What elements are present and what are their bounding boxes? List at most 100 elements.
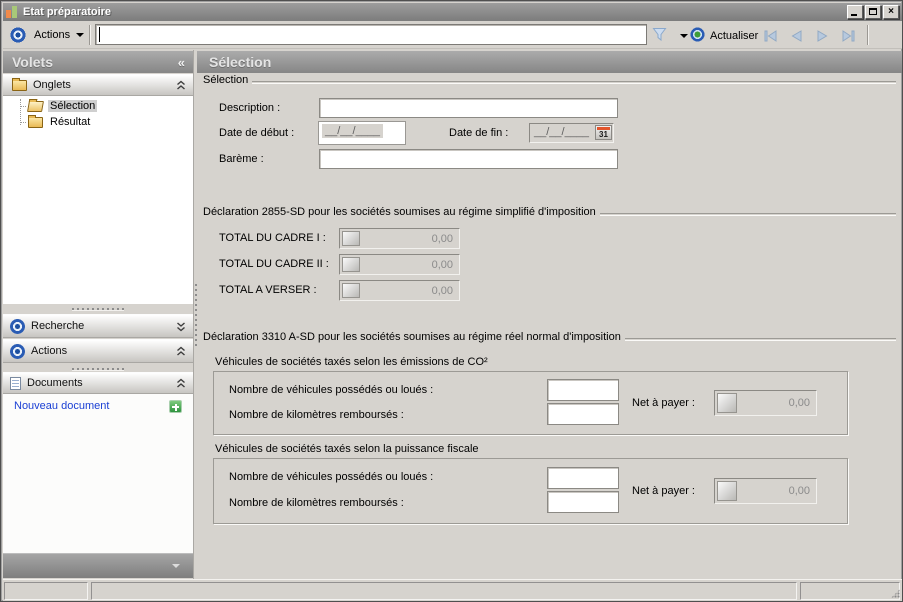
group-label: Déclaration 2855-SD pour les sociétés so… (203, 206, 596, 218)
net-field: 0,00 (714, 390, 817, 416)
nav-first-icon (764, 30, 776, 42)
status-cell (800, 582, 900, 600)
nav-next-icon (817, 30, 827, 42)
section-header-actions[interactable]: Actions (3, 339, 193, 363)
filter-icon[interactable] (651, 26, 668, 43)
bareme-label: Barème : (219, 153, 264, 165)
group-line (624, 338, 896, 340)
minimize-button[interactable] (847, 5, 863, 19)
date-mask: __/__/____ (322, 124, 384, 138)
folder-icon (28, 114, 43, 128)
tree-item-label: Sélection (48, 100, 98, 112)
km-count-label: Nombre de kilomètres remboursés : (229, 497, 404, 509)
section-label-actions: Actions (31, 345, 68, 357)
bullseye-icon (10, 343, 25, 359)
maximize-icon (869, 8, 877, 15)
page-title: Sélection (209, 54, 272, 70)
vehicles-count-label: Nombre de véhicules possédés ou loués : (229, 471, 434, 483)
folder-open-icon (27, 100, 44, 112)
sidebar-bottom-bar[interactable] (3, 553, 193, 578)
group-line (599, 213, 896, 215)
description-label: Description : (219, 102, 281, 114)
filter-dropdown-caret-icon[interactable] (680, 34, 688, 38)
km-count-input[interactable] (547, 491, 619, 513)
close-icon: × (888, 6, 894, 17)
puissance-group-title: Véhicules de sociétés taxés selon la pui… (215, 443, 479, 455)
sidebar-collapse-button[interactable]: « (178, 55, 185, 70)
add-document-button[interactable] (169, 400, 182, 413)
application-window: Etat préparatoire × Actions Actualiser V… (0, 0, 903, 602)
chevron-collapse-icon[interactable] (176, 378, 186, 389)
page-title-bar: Sélection (197, 51, 902, 73)
lookup-button[interactable] (717, 481, 737, 501)
minimize-icon (851, 14, 857, 16)
calendar-icon[interactable]: 31 (595, 125, 612, 140)
vehicles-count-input[interactable] (547, 379, 619, 401)
nav-previous-button[interactable] (787, 29, 805, 43)
bullseye-icon (10, 318, 25, 334)
toolbar: Actions Actualiser (3, 21, 902, 49)
window-title: Etat préparatoire (23, 6, 112, 18)
group-selection: Sélection (203, 74, 896, 86)
nav-next-button[interactable] (813, 29, 831, 43)
refresh-icon[interactable] (690, 27, 705, 42)
sidebar-title-bar: Volets « (3, 51, 193, 73)
chevron-collapse-icon[interactable] (176, 80, 186, 91)
actions-menu-label: Actions (34, 29, 71, 41)
date-end-input[interactable]: __/__/____ 31 (529, 123, 614, 143)
refresh-button[interactable]: Actualiser (710, 30, 758, 42)
group-3310: Déclaration 3310 A-SD pour les sociétés … (203, 331, 896, 343)
actions-menu-button[interactable]: Actions (34, 29, 85, 41)
status-cell (91, 582, 797, 600)
total-cadre2-value: 0,00 (431, 258, 453, 271)
nav-first-button[interactable] (761, 29, 779, 43)
text-caret (99, 27, 100, 42)
lookup-button[interactable] (717, 393, 737, 413)
description-input[interactable] (319, 98, 618, 118)
splitter-dots (72, 368, 124, 370)
section-header-onglets[interactable]: Onglets (3, 74, 193, 96)
lookup-button[interactable] (342, 231, 360, 246)
sidebar: Volets « Onglets Sélection Résultat Rech… (3, 50, 194, 579)
splitter-dots (72, 308, 124, 310)
net-value: 0,00 (788, 397, 810, 409)
toolbar-separator (89, 25, 91, 45)
tree-item-selection[interactable]: Sélection (3, 98, 98, 114)
bareme-input[interactable] (319, 149, 618, 169)
lookup-button[interactable] (342, 257, 360, 272)
km-count-label: Nombre de kilomètres remboursés : (229, 409, 404, 421)
sidebar-splitter[interactable] (3, 306, 193, 312)
total-cadre1-label: TOTAL DU CADRE I : (219, 232, 326, 244)
km-count-input[interactable] (547, 403, 619, 425)
total-cadre2-field: 0,00 (339, 254, 460, 275)
tree-item-resultat[interactable]: Résultat (3, 114, 92, 130)
app-icon (6, 5, 19, 19)
titlebar: Etat préparatoire × (3, 3, 902, 21)
close-button[interactable]: × (883, 5, 899, 19)
section-header-documents[interactable]: Documents (3, 372, 193, 394)
new-document-link[interactable]: Nouveau document (14, 400, 109, 412)
section-label-recherche: Recherche (31, 320, 85, 332)
section-label-onglets: Onglets (33, 79, 71, 91)
tree-item-label: Résultat (50, 116, 91, 128)
tree-connector (20, 105, 26, 107)
total-verser-field: 0,00 (339, 280, 460, 301)
total-cadre2-label: TOTAL DU CADRE II : (219, 258, 329, 270)
date-mask: __/__/____ (534, 126, 590, 138)
nav-previous-icon (791, 30, 801, 42)
search-input[interactable] (95, 24, 647, 45)
vehicles-count-input[interactable] (547, 467, 619, 489)
chevron-down-icon (76, 33, 85, 38)
chevron-expand-icon[interactable] (176, 321, 186, 332)
chevron-down-icon (172, 564, 180, 568)
section-header-recherche[interactable]: Recherche (3, 314, 193, 338)
maximize-button[interactable] (865, 5, 881, 19)
status-cell (4, 582, 88, 600)
total-verser-value: 0,00 (431, 284, 453, 297)
total-verser-label: TOTAL A VERSER : (219, 284, 317, 296)
nav-last-button[interactable] (839, 29, 857, 43)
lookup-button[interactable] (342, 283, 360, 298)
date-start-label: Date de début : (219, 127, 295, 139)
chevron-collapse-icon[interactable] (176, 346, 186, 357)
date-start-input[interactable]: __/__/____ (318, 121, 406, 145)
